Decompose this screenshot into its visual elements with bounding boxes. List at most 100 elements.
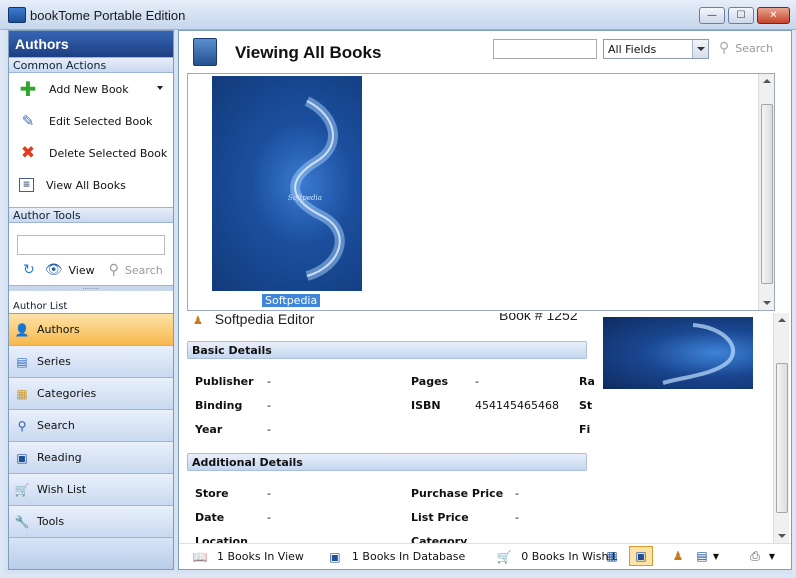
- book-options-icon[interactable]: ▤: [693, 546, 711, 566]
- main-panel: Viewing All Books All Fields ⚲ Search So…: [178, 30, 792, 570]
- printer-icon[interactable]: ⎙: [745, 546, 765, 566]
- scroll-thumb[interactable]: [761, 104, 773, 284]
- date-label: Date: [195, 511, 225, 524]
- detail-cover-thumbnail: [603, 317, 753, 389]
- book-cover[interactable]: Softpedia: [212, 76, 362, 291]
- cart-icon: 🛒: [496, 549, 512, 564]
- refresh-icon[interactable]: ↻: [23, 262, 35, 278]
- author-search-input[interactable]: [17, 235, 165, 255]
- categories-icon: ▦: [16, 386, 28, 401]
- nav-label-series: Series: [37, 355, 71, 368]
- open-book-icon: 📖: [192, 549, 208, 564]
- add-new-book-action[interactable]: ✚ Add New Book: [9, 73, 173, 105]
- list-icon: ≡: [19, 178, 34, 192]
- nav-item-authors[interactable]: 👤 Authors: [9, 313, 173, 345]
- books-in-view-text: 1 Books In View: [217, 550, 304, 563]
- purchase-price-value: -: [515, 487, 519, 500]
- scroll-down-icon[interactable]: [763, 301, 771, 305]
- nav-item-wish-list[interactable]: 🛒 Wish List: [9, 473, 173, 505]
- year-label: Year: [195, 423, 223, 436]
- author-search-button[interactable]: Search: [125, 264, 163, 277]
- books-grid: Softpedia Softpedia: [187, 73, 775, 311]
- left-panel: Authors Common Actions ✚ Add New Book ✎ …: [8, 30, 174, 570]
- books-scrollbar[interactable]: [758, 74, 774, 310]
- close-button[interactable]: ✕: [757, 7, 790, 24]
- isbn-label: ISBN: [411, 399, 441, 412]
- author-tools-row: ↻ 👁 View ⚲ Search: [9, 255, 173, 285]
- additional-details-header[interactable]: Additional Details: [187, 453, 587, 471]
- nav-label-authors: Authors: [37, 323, 80, 336]
- view-button[interactable]: View: [69, 264, 95, 277]
- field-select[interactable]: All Fields: [603, 39, 709, 59]
- nav-item-reading[interactable]: ▣ Reading: [9, 441, 173, 473]
- book-details: ♟ Softpedia Editor Book # 1252 Basic Det…: [179, 313, 775, 543]
- author-list-header: Author List: [13, 301, 68, 312]
- year-value: -: [267, 423, 271, 436]
- details-scroll-thumb[interactable]: [776, 363, 788, 513]
- title-bar: bookTome Portable Edition — ☐ ✕: [0, 0, 796, 30]
- person-icon[interactable]: ♟: [669, 546, 687, 566]
- publisher-label: Publisher: [195, 375, 254, 388]
- search-button-label: Search: [735, 41, 774, 55]
- location-label: Location: [195, 535, 248, 543]
- edit-selected-book-label: Edit Selected Book: [49, 114, 153, 128]
- add-icon: ✚: [19, 77, 37, 101]
- delete-selected-book-action[interactable]: ✖ Delete Selected Book: [9, 137, 173, 169]
- status-label: St: [579, 399, 593, 412]
- purchase-price-label: Purchase Price: [411, 487, 504, 500]
- publisher-value: -: [267, 375, 271, 388]
- books-in-view-stat: 📖 1 Books In View: [191, 550, 304, 564]
- nav-item-categories[interactable]: ▦ Categories: [9, 377, 173, 409]
- nav-label-tools: Tools: [37, 515, 65, 528]
- nav-item-series[interactable]: ▤ Series: [9, 345, 173, 377]
- category-label: Category: [411, 535, 468, 543]
- binding-value: -: [267, 399, 271, 412]
- book-label[interactable]: Softpedia: [262, 294, 321, 307]
- page-title: Viewing All Books: [235, 43, 382, 62]
- chevron-down-icon[interactable]: ▼: [711, 546, 721, 566]
- basic-details-header[interactable]: Basic Details: [187, 341, 587, 359]
- nav-list: 👤 Authors ▤ Series ▦ Categories ⚲ Search…: [9, 313, 173, 569]
- search-input[interactable]: [493, 39, 597, 59]
- maximize-button[interactable]: ☐: [728, 7, 754, 24]
- books-in-database-text: 1 Books In Database: [351, 550, 466, 563]
- app-book-icon: [8, 7, 26, 23]
- scroll-up-icon[interactable]: [778, 318, 786, 322]
- authors-icon: 👤: [14, 322, 30, 337]
- nav-label-reading: Reading: [37, 451, 82, 464]
- chevron-down-icon[interactable]: [692, 40, 708, 58]
- minimize-button[interactable]: —: [699, 7, 725, 24]
- reading-icon: ▣: [16, 450, 28, 465]
- store-label: Store: [195, 487, 229, 500]
- book-icon: [193, 38, 217, 66]
- grid-view-icon[interactable]: ▦: [603, 546, 621, 566]
- nav-item-tools[interactable]: 🔧 Tools: [9, 505, 173, 537]
- delete-icon: ✖: [20, 143, 36, 163]
- detail-author: ♟ Softpedia Editor: [193, 313, 314, 327]
- chevron-down-icon[interactable]: ▼: [767, 546, 777, 566]
- scroll-down-icon[interactable]: [778, 534, 786, 538]
- edit-selected-book-action[interactable]: ✎ Edit Selected Book: [9, 105, 173, 137]
- common-actions-header: Common Actions: [9, 57, 173, 73]
- magnifier-icon: ⚲: [719, 40, 730, 56]
- store-value: -: [267, 487, 271, 500]
- binoculars-icon: ⚲: [108, 262, 119, 278]
- chevron-down-icon[interactable]: [157, 86, 163, 90]
- author-name: Softpedia Editor: [214, 313, 315, 327]
- delete-selected-book-label: Delete Selected Book: [49, 146, 168, 160]
- pencil-icon: ✎: [21, 112, 35, 130]
- sidebar-header: Authors: [9, 31, 173, 57]
- scroll-up-icon[interactable]: [763, 79, 771, 83]
- nav-label-categories: Categories: [37, 387, 97, 400]
- view-all-books-action[interactable]: ≡ View All Books: [9, 169, 173, 201]
- eye-icon: 👁: [44, 262, 63, 278]
- cover-view-icon[interactable]: ▣: [629, 546, 653, 566]
- rating-label: Ra: [579, 375, 595, 388]
- date-value: -: [267, 511, 271, 524]
- nav-item-search[interactable]: ⚲ Search: [9, 409, 173, 441]
- search-button[interactable]: ⚲ Search: [719, 40, 773, 56]
- nav-filler: [9, 537, 173, 569]
- status-bar: 📖 1 Books In View ▣ 1 Books In Database …: [179, 543, 791, 569]
- splitter-grip[interactable]: .........: [9, 285, 173, 291]
- details-scrollbar[interactable]: [773, 313, 789, 543]
